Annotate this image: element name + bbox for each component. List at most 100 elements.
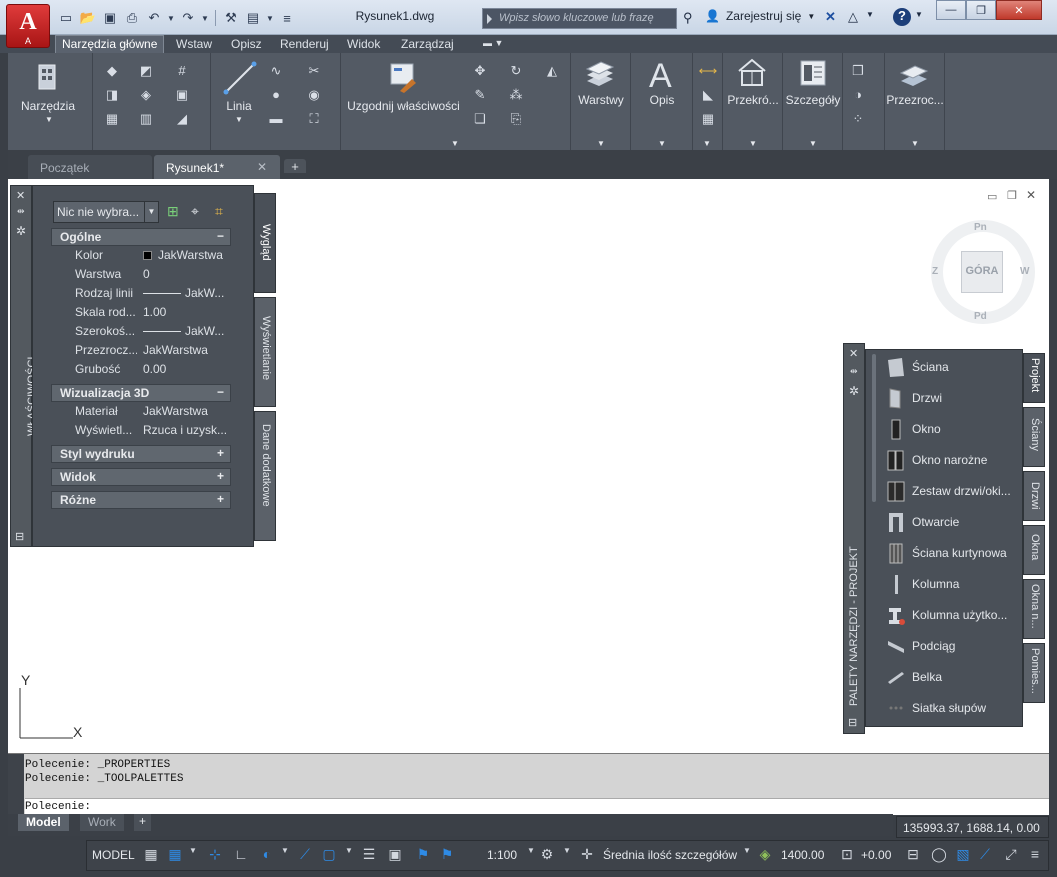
isolate-objects-icon[interactable]: ⟋	[975, 846, 995, 866]
tool-item[interactable]: Kolumna użytko...	[886, 602, 1022, 628]
match-properties-label[interactable]: Uzgodnij właściwości	[341, 99, 466, 113]
binoculars-icon[interactable]: ⚲	[683, 10, 693, 26]
toggle-pickadd-icon[interactable]: ⌗	[215, 203, 223, 220]
door-tool-icon[interactable]: ◩	[135, 63, 157, 81]
chevron-down-icon[interactable]: ▼	[275, 846, 295, 866]
auto-hide-icon[interactable]: ⇹	[17, 206, 25, 217]
details-label[interactable]: Szczegóły	[783, 93, 843, 107]
column-grid-icon[interactable]: ▥	[135, 111, 157, 129]
sign-in[interactable]: 👤 Zarejestruj się ▼	[705, 9, 815, 23]
compass-south[interactable]: Pd	[974, 311, 987, 322]
leader-icon[interactable]: ◣	[697, 87, 719, 105]
redo-dropdown-icon[interactable]: ▼	[200, 8, 210, 28]
tab-render[interactable]: Renderuj	[280, 35, 329, 53]
tools-icon[interactable]	[37, 63, 59, 91]
tab-spaces[interactable]: Pomies...	[1023, 643, 1045, 703]
polyline-icon[interactable]: ∿	[265, 63, 287, 81]
tab-annotate[interactable]: Opisz	[231, 35, 262, 53]
palette-menu-icon[interactable]: ⊟	[15, 530, 24, 543]
chevron-down-icon[interactable]: ▼	[597, 139, 605, 148]
property-row[interactable]: Szerokoś... JakW...	[59, 324, 231, 343]
display-detail-level[interactable]: Średnia ilość szczegółów	[603, 848, 737, 862]
offset-value[interactable]: +0.00	[861, 848, 891, 862]
viewcube[interactable]: GÓRA Pn Pd Z W	[928, 218, 1038, 328]
expand-icon[interactable]: +	[217, 492, 224, 506]
a360-icon[interactable]: △	[848, 9, 858, 25]
tool-item[interactable]: Ściana kurtynowa	[886, 540, 1022, 566]
properties-titlebar[interactable]: ✕ ⇹ ✲ WŁAŚCIWOŚCI ⊟	[10, 185, 38, 547]
category-view[interactable]: Widok +	[51, 468, 231, 486]
compass-east[interactable]: W	[1020, 266, 1029, 277]
tool-palette-titlebar[interactable]: ✕ ⇹ ✲ PALETY NARZĘDZI - PROJEKT ⊟	[843, 343, 865, 734]
hatch-icon[interactable]: ⛶	[303, 111, 325, 129]
curtain-wall-icon[interactable]: ▦	[101, 111, 123, 129]
tab-start[interactable]: Początek	[28, 155, 152, 179]
offset-icon[interactable]: ⎘	[505, 111, 527, 129]
chevron-down-icon[interactable]: ▼	[703, 139, 711, 148]
chevron-down-icon[interactable]: ▼	[737, 846, 757, 866]
category-plot-style[interactable]: Styl wydruku +	[51, 445, 231, 463]
property-row[interactable]: Materiał JakWarstwa	[59, 404, 231, 423]
auto-scale-icon[interactable]: ⚑	[437, 846, 457, 866]
tools-label[interactable]: Narzędzia	[8, 99, 88, 113]
model-space-button[interactable]: MODEL	[92, 848, 135, 862]
chevron-down-icon[interactable]: ▼	[658, 139, 666, 148]
chevron-down-icon[interactable]: ▼	[866, 10, 874, 19]
redo-icon[interactable]: ↷	[178, 8, 198, 28]
tab-manage[interactable]: Zarządzaj	[401, 35, 454, 53]
expand-icon[interactable]: +	[217, 469, 224, 483]
property-row[interactable]: Przezrocz... JakWarstwa	[59, 343, 231, 362]
coordinates-display[interactable]: 135993.37, 1688.14, 0.00	[896, 816, 1049, 838]
chevron-down-icon[interactable]: ▼	[557, 846, 577, 866]
ribbon-options-icon[interactable]: ▬ ▼	[483, 35, 503, 53]
open-icon[interactable]: 📂	[78, 8, 98, 28]
close-viewport-icon[interactable]: ✕	[1026, 188, 1036, 202]
layers-label[interactable]: Warstwy	[571, 93, 631, 107]
tab-model[interactable]: Model	[18, 814, 69, 831]
category-general[interactable]: Ogólne −	[51, 228, 231, 246]
compass-north[interactable]: Pn	[974, 222, 987, 233]
undo-dropdown-icon[interactable]: ▼	[166, 8, 176, 28]
chevron-down-icon[interactable]: ▼	[809, 139, 817, 148]
chevron-down-icon[interactable]: ▼	[339, 846, 359, 866]
customize-qat-icon[interactable]: ≡	[277, 8, 297, 28]
slab-tool-icon[interactable]: ▣	[171, 87, 193, 105]
new-icon[interactable]: ▭	[56, 8, 76, 28]
roof-tool-icon[interactable]: ◢	[171, 111, 193, 129]
tab-doors[interactable]: Drzwi	[1023, 471, 1045, 521]
tab-corner-windows[interactable]: Okna n...	[1023, 579, 1045, 639]
print-icon[interactable]: ⎙	[122, 8, 142, 28]
annotation-scale[interactable]: 1:100	[487, 848, 517, 862]
application-menu-button[interactable]: A A	[6, 4, 50, 48]
tool-item[interactable]: Okno narożne	[886, 447, 1022, 473]
new-tab-button[interactable]: +	[284, 159, 306, 174]
wall-tool-icon[interactable]: ◆	[101, 63, 123, 81]
expand-icon[interactable]	[487, 14, 492, 24]
object-snap-icon[interactable]: ▢	[319, 846, 339, 866]
auto-hide-icon[interactable]: ⇹	[850, 366, 858, 377]
category-3d-visualization[interactable]: Wizualizacja 3D −	[51, 384, 231, 402]
array-icon[interactable]: ⁂	[505, 87, 527, 105]
property-row[interactable]: Grubość 0.00	[59, 362, 231, 381]
copy-icon[interactable]: ❏	[469, 111, 491, 129]
surface-hatch-icon[interactable]: ⊟	[903, 846, 923, 866]
minimize-viewport-icon[interactable]: ▭	[987, 190, 997, 203]
command-input[interactable]: Polecenie:	[25, 798, 1049, 815]
layers-icon[interactable]	[585, 61, 615, 89]
collapse-icon[interactable]: −	[217, 385, 224, 399]
workspace-gear-icon[interactable]: ⚙	[537, 846, 557, 866]
minimize-button[interactable]: —	[936, 0, 966, 20]
add-layout-button[interactable]: +	[134, 814, 152, 831]
window-tool-icon[interactable]: ◨	[101, 87, 123, 105]
offset-icon[interactable]: ⊡	[837, 846, 857, 866]
project-dropdown-icon[interactable]: ▼	[265, 8, 275, 28]
elevation-icon[interactable]: ◈	[755, 846, 775, 866]
tool-item[interactable]: Kolumna	[886, 571, 1022, 597]
circle-icon[interactable]: ●	[265, 87, 287, 105]
undo-icon[interactable]: ↶	[144, 8, 164, 28]
search-input[interactable]: Wpisz słowo kluczowe lub frazę	[482, 8, 677, 29]
tab-design[interactable]: Projekt	[1023, 353, 1045, 403]
collapse-icon[interactable]: −	[217, 229, 224, 243]
move-icon[interactable]: ✥	[469, 63, 491, 81]
annotation-visibility-icon[interactable]: ⚑	[413, 846, 433, 866]
